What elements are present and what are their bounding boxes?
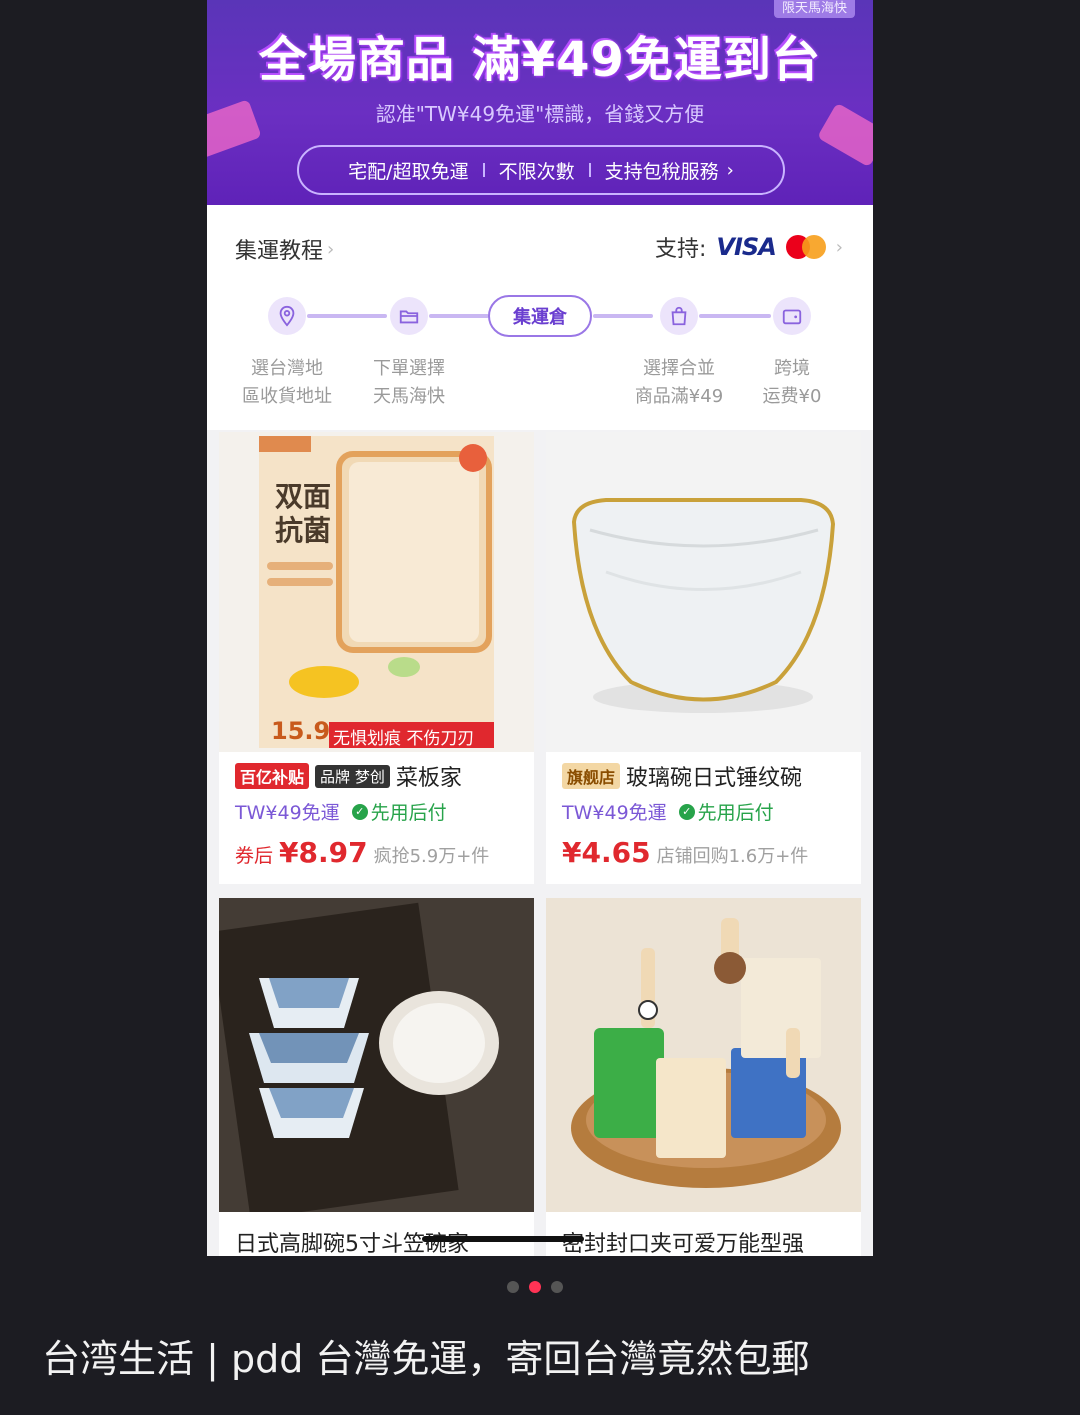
wallet-icon: [773, 297, 811, 335]
step-label-merge: 選擇合並 商品滿¥49: [634, 358, 724, 407]
free-shipping-label: TW¥49免運: [235, 802, 340, 824]
pay-later-label: ✓ 先用后付: [678, 798, 774, 825]
promo-banner[interactable]: 限天馬海快 全場商品 滿¥49免運到台 認准"TW¥49免運"標識，省錢又方便 …: [207, 0, 873, 205]
step-label-shipping: 跨境 运费¥0: [762, 358, 822, 407]
folder-icon: [390, 297, 428, 335]
tutorial-link[interactable]: 集運教程 ›: [235, 233, 334, 265]
price: ¥4.65: [562, 836, 651, 869]
badge-flagship: 旗舰店: [562, 763, 621, 789]
product-title: 密封封口夹可爱万能型强: [562, 1232, 805, 1256]
step-label-select: 下單選擇 天馬海快: [373, 358, 445, 407]
banner-subtitle: 認准"TW¥49免運"標識，省錢又方便: [375, 102, 705, 126]
product-image: [546, 432, 861, 752]
support-label: 支持:: [655, 237, 707, 262]
price-prefix: 券后: [235, 845, 274, 867]
phone-screen: 限天馬海快 全場商品 滿¥49免運到台 認准"TW¥49免運"標識，省錢又方便 …: [207, 0, 873, 1256]
post-title: 台湾生活 | pdd 台灣免運，寄回台灣竟然包郵: [42, 1337, 810, 1381]
banner-corner-tag: 限天馬海快: [773, 0, 855, 18]
location-pin-icon: [268, 297, 306, 335]
image-slogan: 无惧划痕 不伤刀刃: [333, 729, 475, 749]
product-image: [219, 898, 534, 1220]
badge-subsidy: 百亿补贴: [235, 763, 310, 789]
pay-later-label: ✓ 先用后付: [351, 798, 447, 825]
check-icon: ✓: [678, 803, 695, 820]
carousel-dot-active[interactable]: [529, 1281, 541, 1293]
free-shipping-label: TW¥49免運: [562, 802, 667, 824]
image-text: 双面 抗菌: [275, 480, 332, 547]
price-row: ¥4.65 店铺回购1.6万+件: [562, 836, 808, 869]
step-warehouse: 集運倉: [488, 295, 592, 337]
product-card[interactable]: 旗舰店 玻璃碗日式锤纹碗 TW¥49免運 ✓ 先用后付 ¥4.65 店铺回购1.6…: [546, 432, 861, 884]
carousel-dot[interactable]: [551, 1281, 563, 1293]
shipping-info-card: 集運教程 › 支持: VISA › 集運倉 選台灣地 區收貨地址 下單選擇 天馬…: [207, 205, 873, 430]
carousel-dot[interactable]: [507, 1281, 519, 1293]
product-image: 双面 抗菌 15.9 无惧划痕 不伤刀刃: [219, 432, 534, 752]
steps-progress: 集運倉: [207, 295, 873, 337]
step-label-address: 選台灣地 區收貨地址: [242, 358, 332, 407]
divider: [588, 163, 591, 177]
price-row: 券后 ¥8.97 疯抢5.9万+件: [235, 836, 489, 869]
product-title-text: 玻璃碗日式锤纹碗: [626, 766, 803, 791]
product-image: [546, 898, 861, 1212]
chevron-right-icon: ›: [327, 238, 335, 260]
visa-logo: VISA: [716, 233, 776, 261]
badge-brand: 品牌 梦创: [315, 764, 390, 788]
product-title-text: 菜板家: [395, 766, 462, 791]
payment-support[interactable]: 支持: VISA ›: [655, 231, 843, 263]
shipping-row: TW¥49免運 ✓ 先用后付: [235, 798, 447, 825]
chevron-right-icon: ›: [835, 236, 843, 258]
image-price: 15.9: [271, 717, 331, 745]
sold-count: 疯抢5.9万+件: [373, 846, 490, 867]
home-indicator: [422, 1236, 584, 1242]
feature-free-delivery: 宅配/超取免運: [348, 160, 469, 183]
sold-count: 店铺回购1.6万+件: [656, 846, 809, 867]
product-card[interactable]: 日式高脚碗5寸斗笠碗家: [219, 898, 534, 1256]
tutorial-label: 集運教程: [235, 239, 324, 264]
shipping-row: TW¥49免運 ✓ 先用后付: [562, 798, 774, 825]
price: ¥8.97: [279, 836, 368, 869]
product-card[interactable]: 密封封口夹可爱万能型强: [546, 898, 861, 1256]
check-icon: ✓: [351, 803, 368, 820]
banner-headline: 全場商品 滿¥49免運到台: [259, 32, 821, 88]
product-card[interactable]: 双面 抗菌 15.9 无惧划痕 不伤刀刃 百亿补贴 品牌 梦创 菜板家 TW¥49…: [219, 432, 534, 884]
shopping-bag-icon: [660, 297, 698, 335]
carousel-dots[interactable]: [507, 1281, 563, 1293]
mastercard-logo: [785, 235, 826, 259]
divider: [482, 163, 485, 177]
feature-tax: 支持包稅服務: [604, 160, 719, 183]
banner-features-button[interactable]: 宅配/超取免運 不限次數 支持包稅服務 ›: [297, 145, 785, 195]
product-title: 旗舰店 玻璃碗日式锤纹碗: [562, 760, 853, 792]
product-title: 百亿补贴 品牌 梦创 菜板家: [235, 760, 526, 792]
chevron-right-icon: ›: [726, 159, 734, 181]
feature-unlimited: 不限次數: [498, 160, 575, 183]
